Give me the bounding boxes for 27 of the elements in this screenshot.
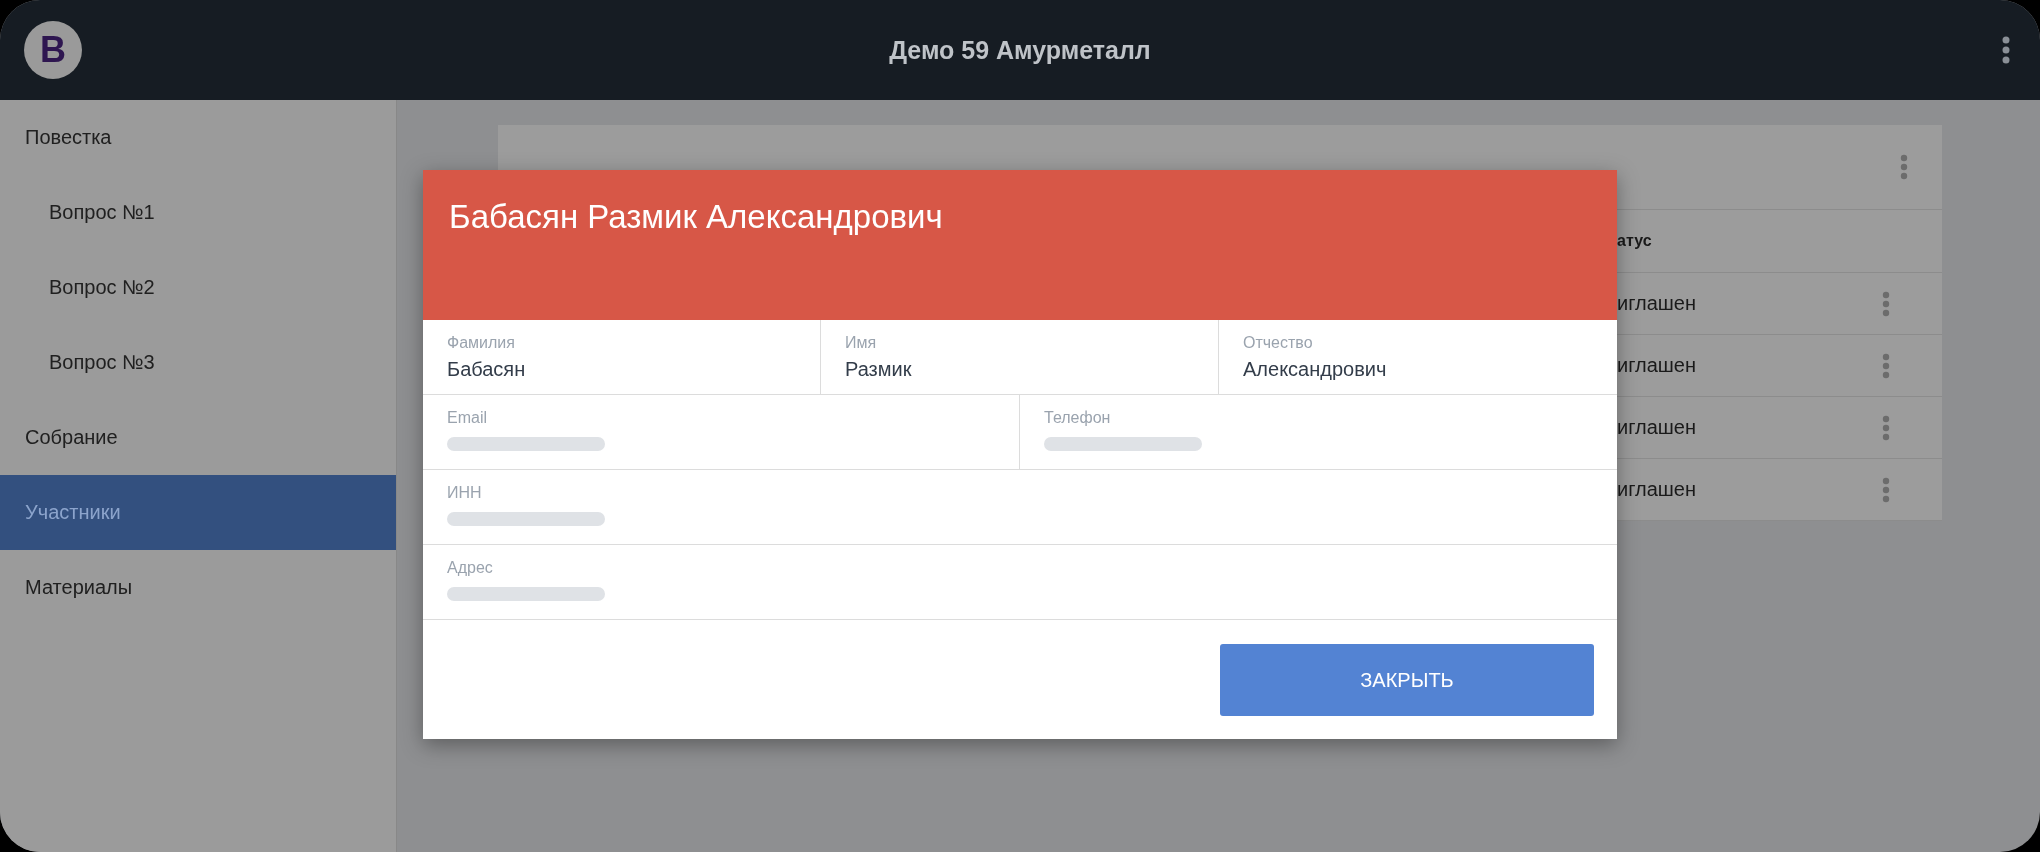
dialog-title: Бабасян Размик Александрович	[423, 170, 1617, 320]
table-cell-text: иглашен	[1617, 354, 1698, 377]
sidebar-item[interactable]: Повестка	[0, 100, 396, 175]
sidebar-item[interactable]: Собрание	[0, 400, 396, 475]
column-header: атус	[1617, 232, 1653, 250]
field-label: Отчество	[1243, 334, 1313, 352]
close-button[interactable]: ЗАКРЫТЬ	[1220, 644, 1594, 716]
field-value: Размик	[845, 358, 912, 381]
sidebar-item[interactable]: Участники	[0, 475, 396, 550]
field-value: Александрович	[1243, 358, 1387, 381]
sidebar-item[interactable]: Вопрос №1	[0, 175, 396, 250]
more-menu-icon[interactable]	[2002, 36, 2010, 64]
field-label: Фамилия	[447, 334, 515, 352]
field-value: Бабасян	[447, 358, 526, 381]
field-label: Имя	[845, 334, 877, 352]
table-cell-text: иглашен	[1617, 416, 1698, 439]
field-label: Адрес	[447, 559, 493, 577]
sidebar-item[interactable]: Вопрос №3	[0, 325, 396, 400]
field-label: ИНН	[447, 484, 482, 502]
app-title: Демо 59 Амурметалл	[888, 35, 1152, 65]
app-logo[interactable]: B	[24, 21, 82, 79]
table-cell-text: иглашен	[1617, 478, 1698, 501]
sidebar-item[interactable]: Материалы	[0, 550, 396, 625]
sidebar-item[interactable]: Вопрос №2	[0, 250, 396, 325]
field-label: Телефон	[1044, 409, 1111, 427]
field-label: Email	[447, 409, 487, 427]
table-cell-text: иглашен	[1617, 292, 1698, 315]
